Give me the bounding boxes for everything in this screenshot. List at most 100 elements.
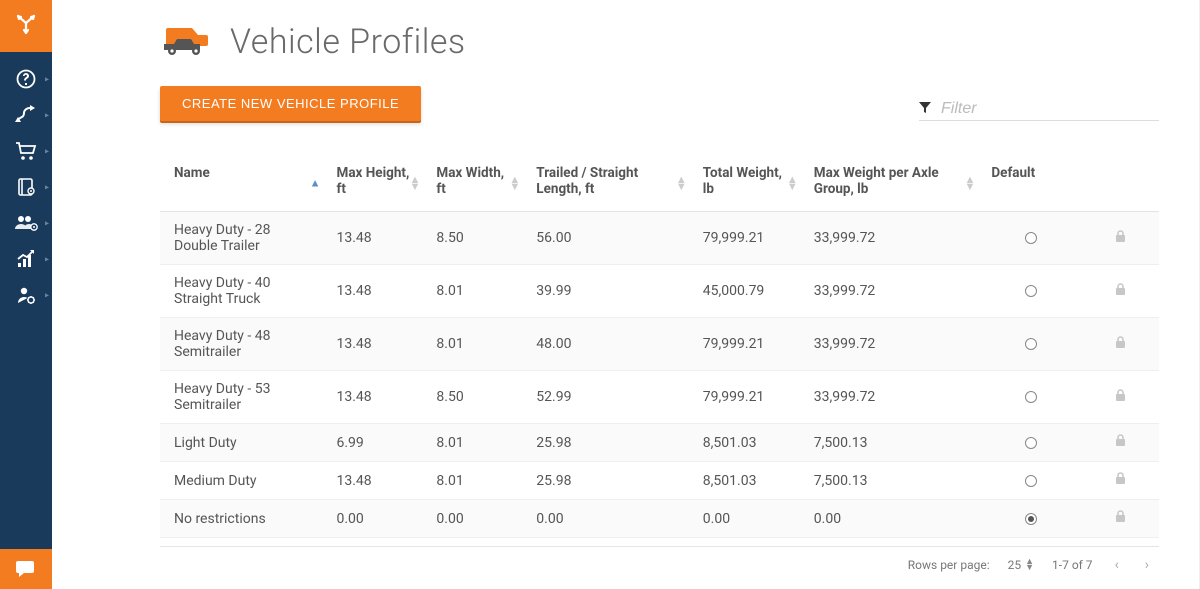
filter-field[interactable]: [919, 97, 1159, 121]
filter-input[interactable]: [941, 100, 1159, 118]
cell-total-weight: 79,999.21: [693, 318, 804, 371]
sidebar-item-help[interactable]: [0, 62, 52, 96]
chat-button[interactable]: [0, 549, 52, 589]
cell-max-height: 6.99: [327, 424, 427, 462]
col-length[interactable]: Trailed / Straight Length, ft▲▼: [526, 155, 693, 212]
cell-length: 52.99: [526, 371, 693, 424]
cell-max-width: 0.00: [426, 500, 526, 538]
cell-max-width: 8.50: [426, 212, 526, 265]
table-row[interactable]: Heavy Duty - 53 Semitrailer13.488.5052.9…: [160, 371, 1159, 424]
cell-total-weight: 8,501.03: [693, 424, 804, 462]
col-axle-weight[interactable]: Max Weight per Axle Group, lb▲▼: [804, 155, 982, 212]
table-row[interactable]: Medium Duty13.488.0125.988,501.037,500.1…: [160, 462, 1159, 500]
cell-axle-weight: 7,500.13: [804, 424, 982, 462]
main-content: Vehicle Profiles CREATE NEW VEHICLE PROF…: [52, 0, 1199, 589]
cell-total-weight: 8,501.03: [693, 462, 804, 500]
cell-length: 0.00: [526, 500, 693, 538]
default-radio[interactable]: [1025, 391, 1037, 403]
sidebar-item-orders[interactable]: [0, 134, 52, 168]
prev-page-button[interactable]: ‹: [1111, 557, 1123, 573]
brand-logo[interactable]: [0, 0, 52, 52]
lock-icon: [1115, 337, 1126, 353]
cart-icon: [14, 141, 38, 161]
col-name[interactable]: Name▲: [160, 155, 327, 212]
cell-name: Heavy Duty - 28 Double Trailer: [160, 212, 327, 265]
sidebar-item-account[interactable]: [0, 278, 52, 312]
sidebar-item-team[interactable]: [0, 206, 52, 240]
cell-max-width: 8.50: [426, 371, 526, 424]
page-title: Vehicle Profiles: [230, 22, 466, 62]
sidebar-item-reports[interactable]: [0, 242, 52, 276]
default-radio[interactable]: [1025, 437, 1037, 449]
create-vehicle-profile-button[interactable]: CREATE NEW VEHICLE PROFILE: [160, 86, 421, 121]
cell-max-width: 8.01: [426, 462, 526, 500]
select-arrows-icon: ▲▼: [1025, 559, 1034, 571]
lock-icon: [1115, 435, 1126, 451]
rows-per-page-select[interactable]: 25 ▲▼: [1008, 558, 1034, 572]
sort-icon[interactable]: ▲▼: [964, 176, 975, 190]
table-row[interactable]: Light Duty6.998.0125.988,501.037,500.13: [160, 424, 1159, 462]
vehicle-profiles-table: Name▲ Max Height, ft▲▼ Max Width, ft▲▼ T…: [160, 155, 1159, 538]
cell-axle-weight: 7,500.13: [804, 462, 982, 500]
cell-total-weight: 45,000.79: [693, 265, 804, 318]
cell-max-height: 13.48: [327, 318, 427, 371]
chart-up-icon: [14, 249, 38, 269]
cell-axle-weight: 0.00: [804, 500, 982, 538]
cell-axle-weight: 33,999.72: [804, 212, 982, 265]
filter-icon: [919, 99, 931, 118]
cell-name: Medium Duty: [160, 462, 327, 500]
cell-max-width: 8.01: [426, 424, 526, 462]
default-radio[interactable]: [1025, 232, 1037, 244]
cell-length: 25.98: [526, 424, 693, 462]
cell-max-height: 13.48: [327, 462, 427, 500]
sidebar-item-address[interactable]: [0, 170, 52, 204]
cell-max-height: 0.00: [327, 500, 427, 538]
cell-name: Heavy Duty - 48 Semitrailer: [160, 318, 327, 371]
cell-max-height: 13.48: [327, 212, 427, 265]
cell-name: No restrictions: [160, 500, 327, 538]
lock-icon: [1115, 473, 1126, 489]
col-default: Default: [981, 155, 1081, 212]
sort-icon[interactable]: ▲▼: [509, 176, 520, 190]
table-row[interactable]: No restrictions0.000.000.000.000.00: [160, 500, 1159, 538]
col-total-weight[interactable]: Total Weight, lb▲▼: [693, 155, 804, 212]
cell-max-width: 8.01: [426, 265, 526, 318]
cell-length: 25.98: [526, 462, 693, 500]
cell-length: 48.00: [526, 318, 693, 371]
book-pin-icon: [14, 177, 38, 197]
cell-name: Heavy Duty - 53 Semitrailer: [160, 371, 327, 424]
col-lock: [1081, 155, 1159, 212]
cell-max-height: 13.48: [327, 265, 427, 318]
rows-per-page-label: Rows per page:: [908, 558, 990, 572]
next-page-button[interactable]: ›: [1141, 557, 1153, 573]
default-radio[interactable]: [1025, 285, 1037, 297]
cell-total-weight: 79,999.21: [693, 212, 804, 265]
cell-axle-weight: 33,999.72: [804, 318, 982, 371]
sort-icon[interactable]: ▲: [310, 180, 321, 187]
table-row[interactable]: Heavy Duty - 40 Straight Truck13.488.013…: [160, 265, 1159, 318]
pagination: Rows per page: 25 ▲▼ 1-7 of 7 ‹ ›: [160, 546, 1159, 579]
sidebar-item-routes[interactable]: [0, 98, 52, 132]
users-pin-icon: [14, 213, 38, 233]
table-row[interactable]: Heavy Duty - 48 Semitrailer13.488.0148.0…: [160, 318, 1159, 371]
cell-total-weight: 0.00: [693, 500, 804, 538]
vehicles-icon: [160, 20, 216, 64]
sort-icon[interactable]: ▲▼: [410, 176, 421, 190]
table-row[interactable]: Heavy Duty - 28 Double Trailer13.488.505…: [160, 212, 1159, 265]
sort-icon[interactable]: ▲▼: [787, 176, 798, 190]
cell-max-width: 8.01: [426, 318, 526, 371]
col-max-height[interactable]: Max Height, ft▲▼: [327, 155, 427, 212]
default-radio[interactable]: [1025, 338, 1037, 350]
default-radio[interactable]: [1025, 475, 1037, 487]
col-max-width[interactable]: Max Width, ft▲▼: [426, 155, 526, 212]
lock-icon: [1115, 231, 1126, 247]
default-radio[interactable]: [1025, 513, 1037, 525]
cell-name: Light Duty: [160, 424, 327, 462]
sidebar: [0, 0, 52, 589]
route-arrows-icon: [14, 105, 38, 125]
cell-axle-weight: 33,999.72: [804, 371, 982, 424]
page-range: 1-7 of 7: [1052, 558, 1093, 572]
sort-icon[interactable]: ▲▼: [676, 176, 687, 190]
lock-icon: [1115, 390, 1126, 406]
cell-length: 56.00: [526, 212, 693, 265]
